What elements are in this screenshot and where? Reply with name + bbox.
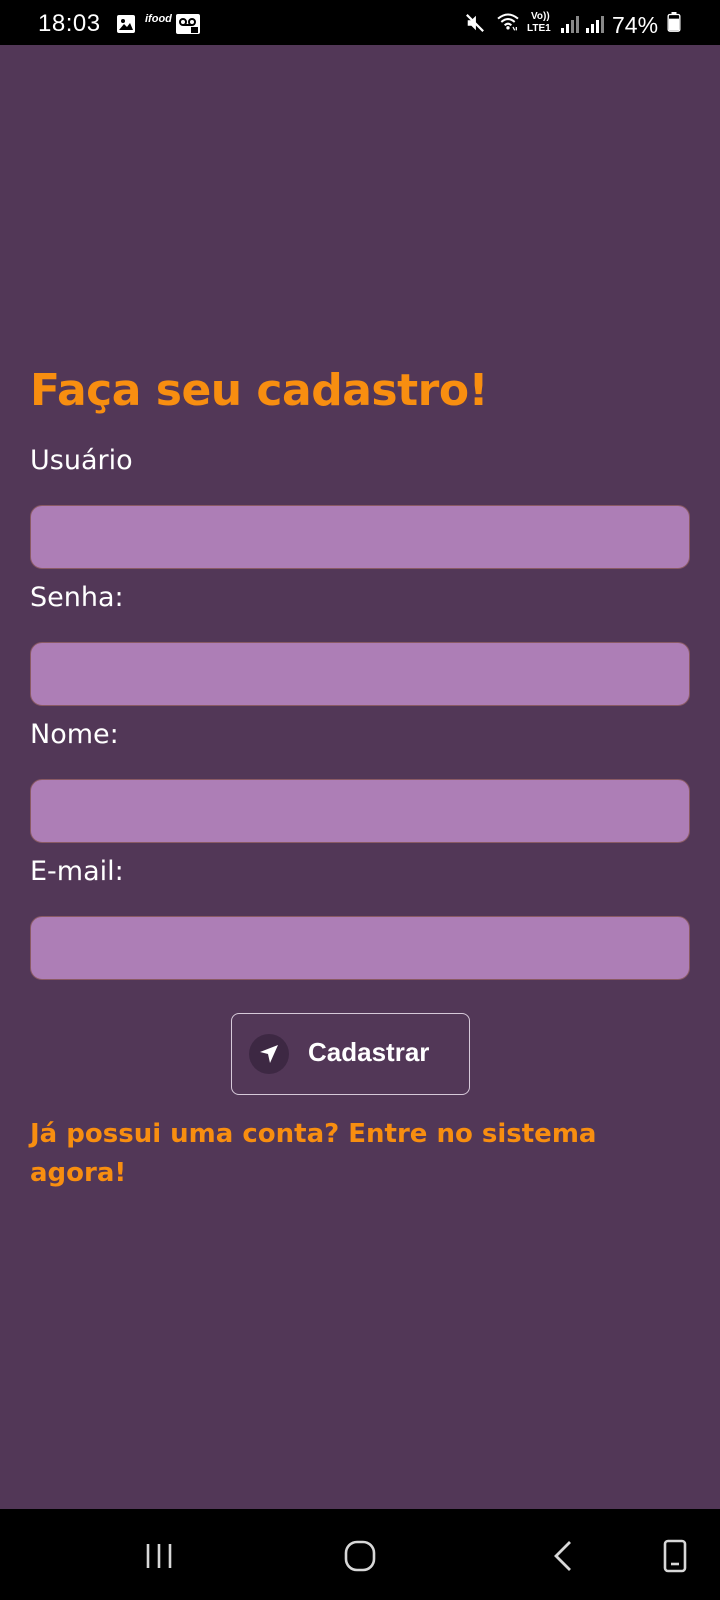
back-icon[interactable]	[538, 1531, 588, 1581]
email-input[interactable]	[30, 916, 690, 980]
username-input[interactable]	[30, 505, 690, 569]
name-input[interactable]	[30, 779, 690, 843]
password-input[interactable]	[30, 642, 690, 706]
status-time: 18:03	[38, 10, 101, 37]
name-label: Nome:	[30, 719, 119, 750]
mute-icon	[466, 14, 484, 32]
home-icon[interactable]	[335, 1531, 385, 1581]
page-title: Faça seu cadastro!	[30, 365, 489, 416]
navigation-bar	[0, 1509, 720, 1600]
ifood-icon: ifood	[145, 13, 172, 25]
navigation-arrow-icon	[249, 1034, 289, 1074]
signal-icon	[586, 16, 604, 33]
register-button[interactable]: Cadastrar	[231, 1013, 470, 1095]
rotate-screen-icon[interactable]	[650, 1531, 700, 1581]
recent-apps-icon[interactable]	[134, 1531, 184, 1581]
username-label: Usuário	[30, 445, 133, 476]
battery-percent: 74%	[612, 12, 659, 38]
image-icon	[117, 15, 135, 33]
battery-icon	[667, 12, 681, 32]
signal-icon	[561, 16, 579, 33]
signup-screen: Faça seu cadastro! Usuário Senha: Nome: …	[0, 45, 720, 1509]
login-link[interactable]: Já possui uma conta? Entre no sistema ag…	[30, 1115, 670, 1193]
register-button-label: Cadastrar	[308, 1037, 430, 1067]
network-type-bottom: LTE1	[527, 23, 551, 34]
email-label: E-mail:	[30, 856, 124, 887]
status-bar: 18:03 ifood Vo)) LTE1 74%	[0, 0, 720, 45]
wifi-icon	[497, 13, 519, 31]
network-type-top: Vo))	[531, 11, 550, 22]
voicemail-icon	[176, 14, 200, 34]
password-label: Senha:	[30, 582, 124, 613]
